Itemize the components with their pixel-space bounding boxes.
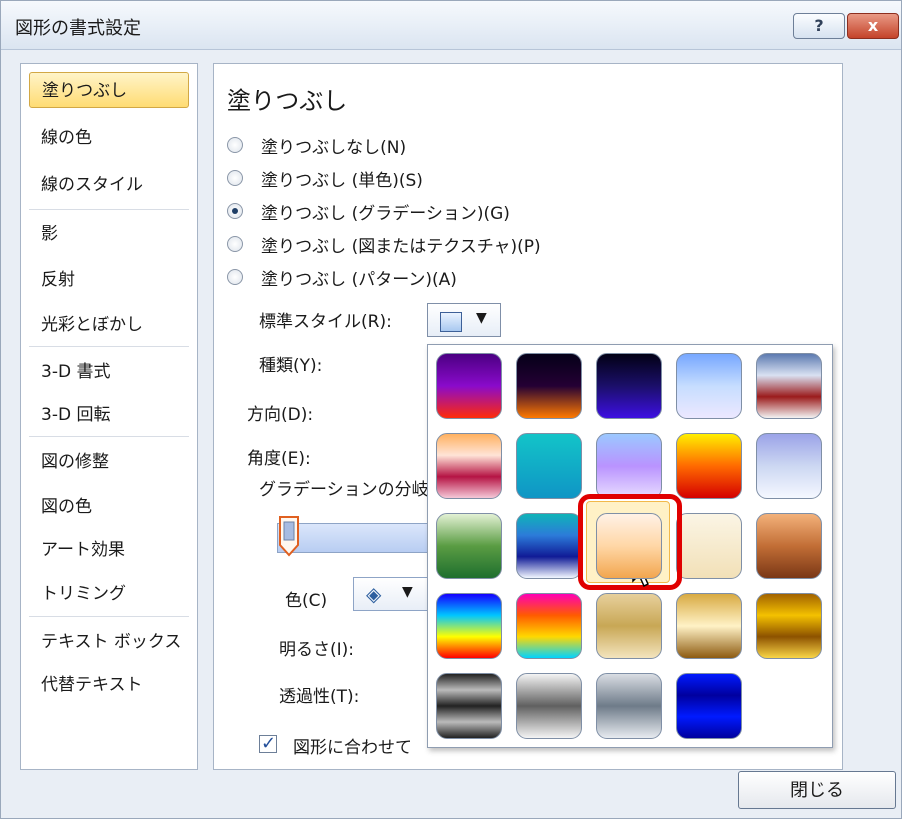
radio-button[interactable]	[227, 236, 243, 252]
sidebar-item-picture-corrections[interactable]: 図の修整	[29, 444, 189, 480]
gradient-swatch[interactable]	[596, 353, 662, 419]
transparency-label: 透過性(T):	[279, 687, 360, 707]
fill-option-pattern[interactable]: 塗りつぶし (パターン)(A)	[227, 263, 457, 291]
fill-option-label: 塗りつぶし (グラデーション)(G)	[261, 203, 510, 224]
sidebar-separator	[29, 209, 189, 210]
fill-option-label: 塗りつぶしなし(N)	[261, 137, 407, 158]
radio-button[interactable]	[227, 170, 243, 186]
gradient-stops-bar[interactable]	[277, 523, 439, 553]
chevron-down-icon: ▼	[402, 584, 413, 600]
category-sidebar: 塗りつぶし 線の色 線のスタイル 影 反射 光彩とぼかし 3-D 書式 3-D …	[20, 63, 198, 770]
fill-option-none[interactable]: 塗りつぶしなし(N)	[227, 131, 406, 159]
fill-option-label: 塗りつぶし (図またはテクスチャ)(P)	[261, 236, 541, 257]
gradient-swatch[interactable]	[516, 593, 582, 659]
help-button[interactable]: ?	[793, 13, 845, 39]
fill-option-label: 塗りつぶし (パターン)(A)	[261, 269, 457, 290]
gradient-preview-icon	[440, 312, 462, 332]
preset-gradients-label: 標準スタイル(R):	[259, 312, 392, 332]
gradient-stops-label: グラデーションの分岐	[259, 480, 429, 500]
gradient-swatch-selected[interactable]	[596, 513, 662, 579]
sidebar-separator	[29, 346, 189, 347]
preset-gradient-gallery	[427, 344, 833, 748]
gradient-swatch[interactable]	[676, 433, 742, 499]
sidebar-item-3d-rotation[interactable]: 3-D 回転	[29, 397, 189, 433]
gradient-swatch[interactable]	[756, 433, 822, 499]
gradient-swatch[interactable]	[676, 593, 742, 659]
fill-option-solid[interactable]: 塗りつぶし (単色)(S)	[227, 164, 423, 192]
sidebar-item-alt-text[interactable]: 代替テキスト	[29, 667, 189, 703]
sidebar-item-art-effects[interactable]: アート効果	[29, 532, 189, 568]
fill-option-label: 塗りつぶし (単色)(S)	[261, 170, 423, 191]
gradient-swatch[interactable]	[436, 513, 502, 579]
gradient-swatch[interactable]	[596, 433, 662, 499]
stop-color-button[interactable]: ◈ ▼	[353, 577, 429, 611]
close-button[interactable]: 閉じる	[738, 771, 896, 809]
sidebar-item-shadow[interactable]: 影	[29, 216, 189, 252]
gradient-type-label: 種類(Y):	[259, 356, 323, 376]
gradient-swatch[interactable]	[436, 673, 502, 739]
format-shape-dialog: 図形の書式設定 ? x 塗りつぶし 線の色 線のスタイル 影 反射 光彩とぼかし…	[0, 0, 902, 819]
sidebar-separator	[29, 616, 189, 617]
gradient-swatch[interactable]	[436, 353, 502, 419]
sidebar-separator	[29, 436, 189, 437]
gradient-swatch[interactable]	[516, 353, 582, 419]
page-title: 塗りつぶし	[227, 87, 348, 115]
gradient-stop-handle[interactable]	[277, 515, 301, 557]
gradient-swatch[interactable]	[676, 673, 742, 739]
gradient-swatch[interactable]	[596, 673, 662, 739]
sidebar-item-fill[interactable]: 塗りつぶし	[29, 72, 189, 108]
brightness-label: 明るさ(I):	[279, 640, 355, 660]
preset-gradients-button[interactable]: ▼	[427, 303, 501, 337]
gradient-swatch[interactable]	[676, 513, 742, 579]
gradient-swatch[interactable]	[516, 513, 582, 579]
rotate-with-shape-checkbox[interactable]	[259, 733, 277, 754]
fill-option-picture-texture[interactable]: 塗りつぶし (図またはテクスチャ)(P)	[227, 230, 541, 258]
close-window-button[interactable]: x	[847, 13, 899, 39]
gradient-swatch[interactable]	[676, 353, 742, 419]
gradient-swatch[interactable]	[436, 593, 502, 659]
title-bar: 図形の書式設定 ? x	[1, 1, 901, 50]
gradient-swatch[interactable]	[596, 593, 662, 659]
gradient-swatch[interactable]	[756, 353, 822, 419]
sidebar-item-line-color[interactable]: 線の色	[29, 120, 189, 156]
gradient-swatch[interactable]	[436, 433, 502, 499]
sidebar-item-3d-format[interactable]: 3-D 書式	[29, 354, 189, 390]
radio-button[interactable]	[227, 269, 243, 285]
gradient-direction-label: 方向(D):	[247, 405, 314, 425]
dialog-title: 図形の書式設定	[15, 18, 141, 39]
fill-option-gradient[interactable]: 塗りつぶし (グラデーション)(G)	[227, 197, 510, 225]
rotate-with-shape-label: 図形に合わせて	[293, 738, 412, 758]
sidebar-item-crop[interactable]: トリミング	[29, 576, 189, 612]
chevron-down-icon: ▼	[476, 310, 487, 326]
sidebar-item-glow-soft-edges[interactable]: 光彩とぼかし	[29, 307, 189, 343]
radio-button[interactable]	[227, 137, 243, 153]
sidebar-item-reflection[interactable]: 反射	[29, 262, 189, 298]
color-label: 色(C)	[285, 591, 328, 611]
gradient-swatch[interactable]	[516, 433, 582, 499]
gradient-swatch[interactable]	[756, 513, 822, 579]
paint-bucket-icon: ◈	[366, 582, 382, 606]
sidebar-item-text-box[interactable]: テキスト ボックス	[29, 624, 189, 660]
sidebar-item-line-style[interactable]: 線のスタイル	[29, 167, 189, 203]
gradient-swatch[interactable]	[516, 673, 582, 739]
sidebar-item-picture-color[interactable]: 図の色	[29, 489, 189, 525]
radio-button-checked[interactable]	[227, 203, 243, 219]
gradient-angle-label: 角度(E):	[247, 449, 311, 469]
gradient-swatch[interactable]	[756, 593, 822, 659]
